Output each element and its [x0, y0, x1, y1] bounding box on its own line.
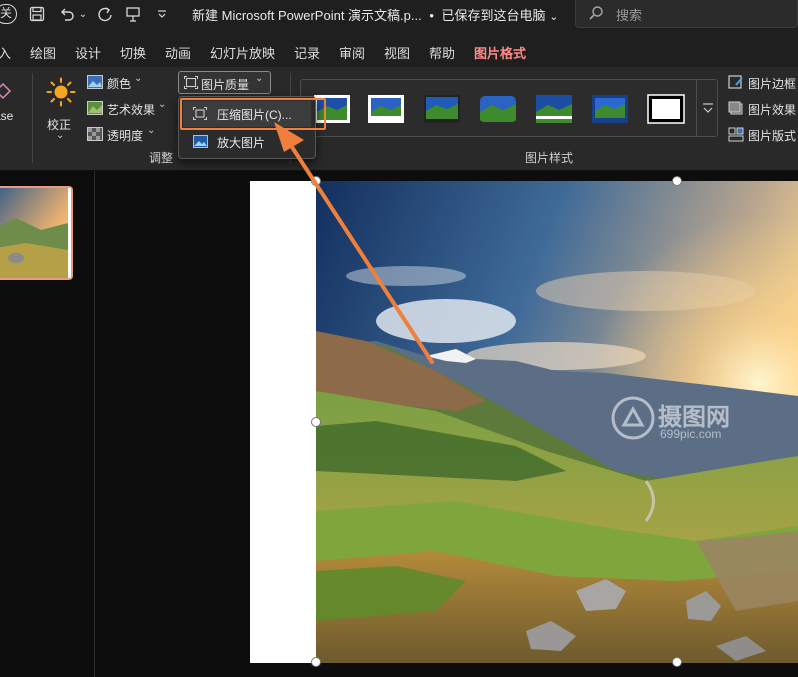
- sun-icon: [46, 77, 76, 112]
- resize-handle-top-middle[interactable]: [672, 176, 682, 186]
- corrections-chevron-icon: ⌄: [56, 130, 65, 141]
- undo-icon[interactable]: [56, 3, 78, 25]
- save-status: 已保存到这台电脑: [441, 8, 546, 23]
- undo-dropdown-chevron-icon[interactable]: ⌄: [78, 3, 88, 25]
- enlarge-picture-label: 放大图片: [217, 136, 266, 150]
- slide-thumbnails-pane: [0, 171, 95, 677]
- picture-style-3[interactable]: [423, 94, 461, 124]
- redo-icon[interactable]: [94, 3, 116, 25]
- slide-thumbnail-1[interactable]: [0, 186, 73, 280]
- enlarge-picture-menu-item[interactable]: 放大图片: [183, 129, 311, 155]
- search-placeholder: 搜索: [616, 8, 643, 23]
- picture-style-7[interactable]: [647, 94, 685, 124]
- picture-style-2[interactable]: [367, 94, 405, 124]
- tab-record[interactable]: 记录: [294, 43, 320, 62]
- resize-handle-bottom-left[interactable]: [311, 657, 321, 667]
- watermark-logo-icon: [611, 396, 655, 440]
- tab-transitions[interactable]: 切换: [120, 43, 146, 62]
- transparency-chevron-icon: ⌄: [147, 125, 156, 136]
- tab-view[interactable]: 视图: [384, 43, 410, 62]
- color-label: 颜色: [107, 77, 132, 91]
- color-chevron-icon: ⌄: [134, 73, 143, 84]
- artistic-effects-button[interactable]: 艺术效果 ⌄: [86, 99, 170, 119]
- picture-effects-button[interactable]: 图片效果: [728, 99, 798, 119]
- eraser-icon: [0, 81, 12, 106]
- tab-slideshow[interactable]: 幻灯片放映: [210, 43, 275, 62]
- highlight-box: [180, 98, 326, 130]
- presenter-icon[interactable]: [122, 3, 144, 25]
- picture-style-4[interactable]: [479, 94, 517, 124]
- picture-quality-icon: [184, 76, 198, 94]
- search-icon: [588, 5, 604, 26]
- remove-background-button[interactable]: ase: [0, 75, 20, 135]
- transparency-button[interactable]: 透明度 ⌄: [86, 125, 162, 145]
- transparency-label: 透明度: [107, 129, 144, 143]
- tab-design[interactable]: 设计: [75, 43, 101, 62]
- customize-toolbar-icon[interactable]: [152, 3, 172, 25]
- gallery-more-button[interactable]: [696, 79, 718, 137]
- tab-insert[interactable]: 入: [0, 43, 11, 62]
- autosave-label: 关: [0, 4, 17, 24]
- transparency-icon: [87, 127, 103, 146]
- picture-border-button[interactable]: 图片边框: [728, 73, 798, 93]
- title-bar: 关 ⌄ 新建 Microsoft PowerPoint 演示文稿.p... • …: [0, 0, 798, 33]
- picture-quality-label: 图片质量: [201, 78, 250, 92]
- color-icon: [87, 75, 103, 94]
- ribbon-body: ase 校正 ⌄ 颜色 ⌄ 艺术效果: [0, 67, 798, 171]
- resize-handle-top-left[interactable]: [311, 176, 321, 186]
- picture-layout-button[interactable]: 图片版式: [728, 125, 798, 145]
- picture-effects-label: 图片效果: [748, 103, 797, 117]
- gallery-more-chevron-icon: [703, 103, 713, 113]
- watermark-url: 699pic.com: [660, 427, 722, 441]
- adjust-group-label: 调整: [149, 151, 174, 165]
- picture-layout-label: 图片版式: [748, 129, 797, 143]
- picture-styles-group-label: 图片样式: [525, 151, 574, 165]
- tab-picture-format[interactable]: 图片格式: [474, 43, 527, 70]
- picture-style-6[interactable]: [591, 94, 629, 124]
- picture-effects-icon: [728, 101, 744, 121]
- ribbon-tabs: 入 绘图 设计 切换 动画 幻灯片放映 记录 审阅 视图 帮助 图片格式: [0, 33, 798, 70]
- tab-draw[interactable]: 绘图: [30, 43, 56, 62]
- tab-animations[interactable]: 动画: [165, 43, 191, 62]
- remove-background-label: ase: [0, 109, 14, 123]
- artistic-effects-icon: [87, 101, 103, 120]
- picture-border-label: 图片边框: [748, 77, 797, 91]
- artistic-effects-chevron-icon: ⌄: [158, 99, 167, 110]
- tab-help[interactable]: 帮助: [429, 43, 455, 62]
- picture-styles-gallery: [300, 79, 718, 137]
- picture-quality-chevron-icon: ⌄: [255, 73, 264, 84]
- save-icon[interactable]: [26, 3, 48, 25]
- artistic-effects-label: 艺术效果: [107, 103, 156, 117]
- autosave-toggle[interactable]: 关: [0, 3, 18, 25]
- picture-style-5[interactable]: [535, 94, 573, 124]
- color-button[interactable]: 颜色 ⌄: [86, 73, 150, 93]
- file-name: 新建 Microsoft PowerPoint 演示文稿.p...: [192, 8, 422, 23]
- save-status-chevron-icon: ⌄: [549, 11, 559, 23]
- picture-layout-icon: [728, 127, 744, 147]
- group-divider: [32, 73, 33, 163]
- picture-border-icon: [728, 75, 744, 95]
- tab-review[interactable]: 审阅: [339, 43, 365, 62]
- document-title[interactable]: 新建 Microsoft PowerPoint 演示文稿.p... • 已保存到…: [192, 5, 558, 24]
- corrections-button[interactable]: 校正 ⌄: [44, 75, 78, 145]
- resize-handle-bottom-middle[interactable]: [672, 657, 682, 667]
- picture-quality-button[interactable]: 图片质量 ⌄: [178, 71, 271, 94]
- resize-handle-middle-left[interactable]: [311, 417, 321, 427]
- enlarge-picture-icon: [193, 135, 208, 153]
- search-input[interactable]: 搜索: [575, 0, 798, 28]
